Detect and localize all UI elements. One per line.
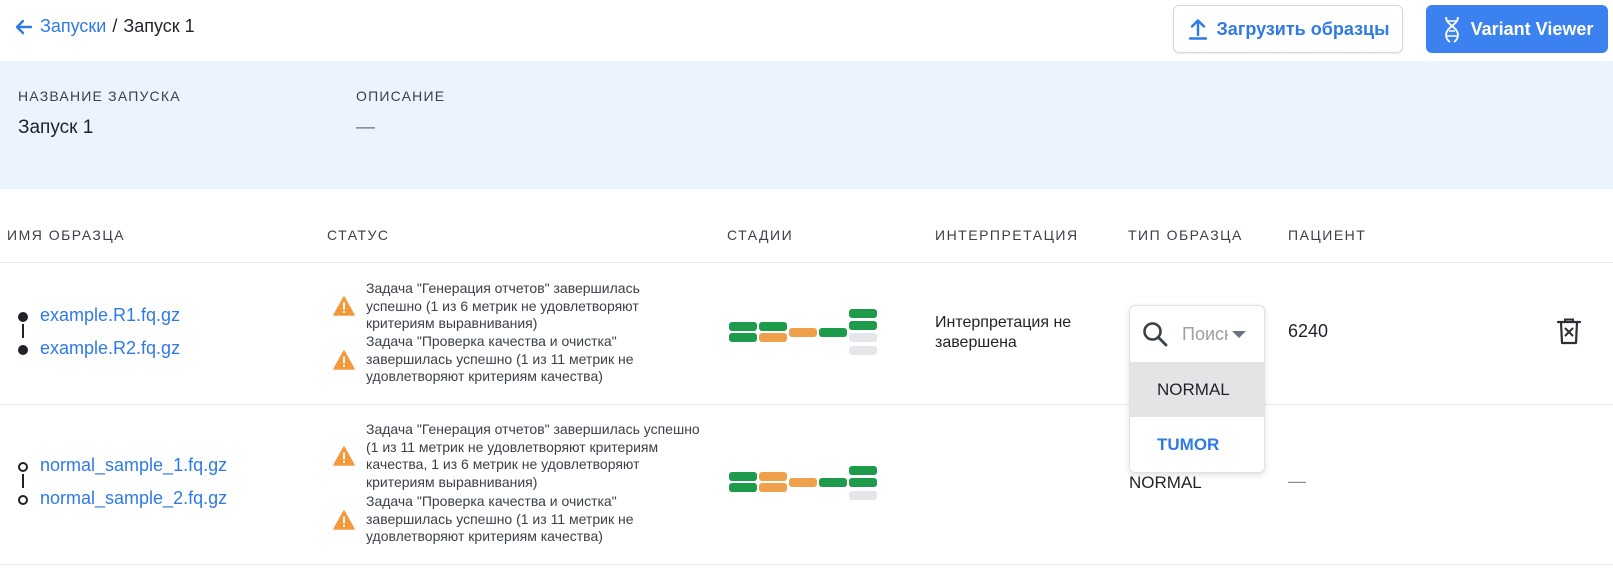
sample-file-link[interactable]: example.R2.fq.gz [40, 338, 180, 359]
warning-icon [333, 510, 355, 530]
sample-type-value[interactable]: NORMAL [1129, 473, 1202, 493]
pair-connector [22, 474, 24, 488]
status-message: Задача "Проверка качества и очистка" зав… [366, 333, 634, 384]
pair-dot [18, 495, 28, 505]
delete-icon[interactable] [1556, 317, 1582, 345]
dropdown-option-tumor[interactable]: TUMOR [1130, 417, 1264, 472]
divider [0, 262, 1613, 263]
divider [0, 404, 1613, 405]
status-message: Задача "Генерация отчетов" завершилась у… [366, 280, 640, 331]
sample-type-search[interactable] [1130, 306, 1264, 362]
upload-samples-label: Загрузить образцы [1216, 18, 1390, 39]
upload-icon [1188, 19, 1207, 40]
breadcrumb-current: Запуск 1 [123, 16, 195, 36]
warning-icon [333, 350, 355, 370]
interpretation-text: Интерпретация не завершена [935, 314, 1072, 351]
pair-dot [18, 462, 28, 472]
patient-id: 6240 [1288, 321, 1329, 341]
sample-type-dropdown[interactable]: NORMAL TUMOR [1129, 305, 1265, 473]
search-icon [1143, 322, 1168, 347]
pair-dot [18, 312, 28, 322]
patient-id: — [1288, 471, 1306, 491]
variant-viewer-label: Variant Viewer [1470, 18, 1594, 39]
sample-file-link[interactable]: normal_sample_1.fq.gz [40, 455, 227, 476]
status-message: Задача "Генерация отчетов" завершилась у… [366, 421, 700, 490]
breadcrumb-separator: / [112, 16, 118, 36]
description-label: ОПИСАНИЕ [356, 88, 446, 104]
header-sample-type: ТИП ОБРАЗЦА [1128, 227, 1243, 243]
chevron-down-icon[interactable] [1232, 330, 1246, 338]
upload-samples-button[interactable]: Загрузить образцы [1173, 5, 1403, 53]
header-status: СТАТУС [327, 227, 390, 243]
sample-type-search-input[interactable] [1182, 323, 1228, 345]
description-value: — [356, 117, 375, 138]
header-sample-name: ИМЯ ОБРАЗЦА [7, 227, 126, 243]
run-name-value: Запуск 1 [18, 117, 94, 138]
warning-icon [333, 296, 355, 316]
header-stages: СТАДИИ [727, 227, 794, 243]
divider [0, 564, 1613, 565]
run-info-panel: НАЗВАНИЕ ЗАПУСКА Запуск 1 ОПИСАНИЕ — [0, 61, 1613, 189]
pair-dot [18, 345, 28, 355]
stages-indicator[interactable] [729, 308, 879, 358]
variant-viewer-button[interactable]: Variant Viewer [1426, 5, 1608, 53]
pair-connector [22, 324, 24, 338]
dropdown-option-normal[interactable]: NORMAL [1130, 362, 1264, 417]
sample-file-link[interactable]: normal_sample_2.fq.gz [40, 488, 227, 509]
breadcrumb-runs-link[interactable]: Запуски [40, 16, 106, 37]
header-interpretation: ИНТЕРПРЕТАЦИЯ [935, 227, 1079, 243]
back-arrow-icon[interactable] [14, 17, 34, 37]
sample-file-link[interactable]: example.R1.fq.gz [40, 305, 180, 326]
stages-indicator[interactable] [729, 464, 879, 504]
header-patient: ПАЦИЕНТ [1288, 227, 1367, 243]
run-name-label: НАЗВАНИЕ ЗАПУСКА [18, 88, 181, 104]
dna-icon [1444, 16, 1459, 43]
breadcrumb: Запуски / Запуск 1 [14, 16, 195, 37]
top-bar: Запуски / Запуск 1 Загрузить образцы Var… [0, 0, 1613, 61]
status-message: Задача "Проверка качества и очистка" зав… [366, 493, 634, 544]
warning-icon [333, 446, 355, 466]
